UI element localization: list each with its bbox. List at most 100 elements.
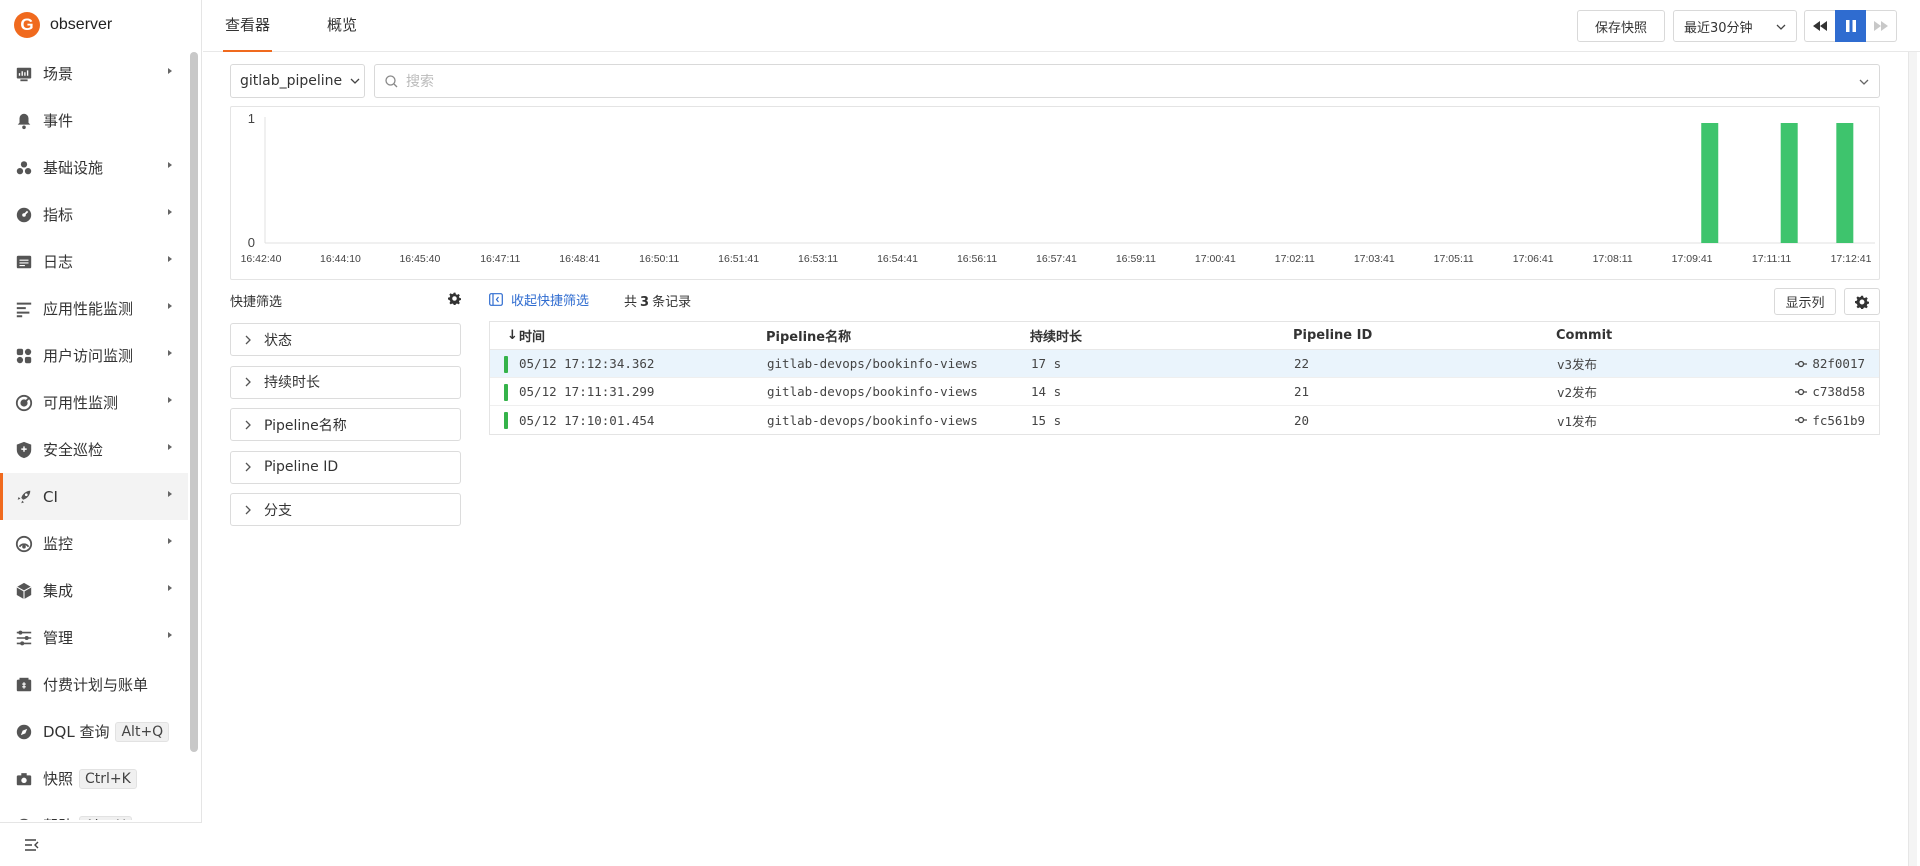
chevron-right-icon	[245, 420, 251, 429]
table-settings-button[interactable]	[1844, 288, 1880, 315]
caret-right-icon	[168, 491, 172, 497]
sidebar-item-3[interactable]: 指标	[0, 191, 188, 238]
x-tick-label: 16:53:11	[798, 253, 838, 265]
sort-desc-icon[interactable]: ↓	[507, 328, 518, 343]
x-tick-label: 16:56:11	[957, 253, 997, 265]
column-header-pipeline-id[interactable]: Pipeline ID	[1293, 328, 1372, 343]
sidebar-item-label: 帮助	[43, 815, 73, 820]
sidebar-item-14[interactable]: DQL 查询 Alt+Q	[0, 708, 188, 755]
commit-hash[interactable]: 82f0017	[1795, 356, 1865, 371]
collapse-panel-icon	[489, 293, 503, 306]
sidebar-item-label: 管理	[43, 629, 74, 647]
quick-filter-settings-icon[interactable]	[448, 292, 461, 305]
brand[interactable]: G observer	[0, 0, 201, 50]
sidebar-item-0[interactable]: 场景	[0, 50, 188, 97]
sidebar-item-9[interactable]: CI	[0, 473, 188, 520]
sidebar-item-13[interactable]: 付费计划与账单	[0, 661, 188, 708]
column-header-commit[interactable]: Commit	[1556, 328, 1612, 343]
sidebar-item-label: 集成	[43, 582, 74, 600]
quick-filter-item[interactable]: 持续时长	[230, 365, 461, 399]
column-header-time[interactable]: 时间	[519, 326, 545, 345]
quick-filter-item[interactable]: 状态	[230, 323, 461, 356]
sidebar-item-8[interactable]: 安全巡检	[0, 426, 188, 473]
dashboard-icon	[14, 64, 34, 84]
record-count-value: 3	[640, 295, 650, 310]
y-tick-label: 0	[248, 235, 255, 250]
sidebar-item-label: 指标	[43, 206, 74, 224]
column-header-pipeline-name[interactable]: Pipeline名称	[766, 326, 851, 345]
sidebar-item-7[interactable]: 可用性监测	[0, 379, 188, 426]
pipeline-table: ↓ 时间 Pipeline名称 持续时长 Pipeline ID Commit …	[489, 321, 1880, 435]
collapse-quick-filter-link[interactable]: 收起快捷筛选	[489, 290, 589, 309]
search-box[interactable]	[374, 64, 1880, 98]
table-row[interactable]: 05/12 17:10:01.454 gitlab-devops/bookinfo…	[490, 406, 1879, 434]
time-range-select[interactable]: 最近30分钟	[1673, 10, 1797, 42]
caret-right-icon	[168, 632, 172, 638]
commit-hash[interactable]: c738d58	[1795, 384, 1865, 399]
caret-right-icon	[168, 68, 172, 74]
show-columns-button[interactable]: 显示列	[1774, 288, 1836, 315]
sidebar-item-15[interactable]: 快照 Ctrl+K	[0, 755, 188, 802]
forward-button[interactable]	[1866, 10, 1897, 42]
quick-filter-item[interactable]: Pipeline名称	[230, 408, 461, 441]
sidebar-scrollbar[interactable]	[190, 52, 198, 752]
dialing-icon	[14, 393, 34, 413]
sidebar-item-10[interactable]: 监控	[0, 520, 188, 567]
tab-viewer[interactable]: 查看器	[222, 0, 273, 52]
sidebar-item-5[interactable]: 应用性能监测	[0, 285, 188, 332]
sidebar-collapse-button[interactable]	[0, 822, 202, 866]
cell-name: gitlab-devops/bookinfo-views	[767, 356, 978, 371]
table-row[interactable]: 05/12 17:12:34.362 gitlab-devops/bookinfo…	[490, 350, 1879, 378]
metrics-icon	[14, 205, 34, 225]
git-commit-icon	[1795, 360, 1808, 367]
sidebar-item-label: 事件	[43, 112, 74, 130]
page-scrollbar[interactable]	[1908, 52, 1917, 866]
column-header-duration[interactable]: 持续时长	[1030, 326, 1082, 345]
search-input[interactable]	[406, 73, 1806, 89]
tab-overview[interactable]: 概览	[327, 0, 357, 52]
x-tick-label: 16:47:11	[480, 253, 520, 265]
cell-id: 21	[1294, 384, 1310, 399]
chevron-down-icon	[350, 78, 360, 84]
logo-icon: G	[14, 12, 40, 38]
save-snapshot-button[interactable]: 保存快照	[1577, 10, 1665, 42]
cell-commit: v3发布	[1557, 357, 1598, 372]
data-source-value: gitlab_pipeline	[240, 73, 343, 89]
sidebar-item-1[interactable]: 事件	[0, 97, 188, 144]
table-row[interactable]: 05/12 17:11:31.299 gitlab-devops/bookinfo…	[490, 378, 1879, 406]
sidebar-item-6[interactable]: 用户访问监测	[0, 332, 188, 379]
shortcut-badge: Alt+H	[79, 815, 133, 820]
x-tick-label: 16:48:41	[559, 253, 600, 265]
sidebar-item-16[interactable]: 帮助 Alt+H	[0, 802, 188, 820]
collapse-quick-filter-label: 收起快捷筛选	[511, 294, 590, 309]
sidebar-item-label: 基础设施	[43, 159, 104, 177]
pause-button[interactable]	[1835, 10, 1866, 42]
x-tick-label: 16:42:40	[241, 253, 282, 265]
status-indicator	[504, 384, 508, 401]
caret-right-icon	[168, 303, 172, 309]
sidebar-item-11[interactable]: 集成	[0, 567, 188, 614]
chevron-down-icon	[1859, 79, 1869, 85]
quick-filter-item-label: 持续时长	[264, 375, 320, 391]
data-source-select[interactable]: gitlab_pipeline	[230, 64, 365, 98]
sidebar-item-4[interactable]: 日志	[0, 238, 188, 285]
chart-bar	[1701, 123, 1719, 243]
caret-right-icon	[168, 444, 172, 450]
quick-filter-item[interactable]: 分支	[230, 493, 461, 526]
rocket-icon	[14, 487, 34, 507]
quick-filter-item[interactable]: Pipeline ID	[230, 450, 461, 484]
sidebar-item-label: 付费计划与账单	[43, 676, 149, 694]
quick-filter-item-label: Pipeline ID	[264, 459, 339, 475]
sidebar-item-12[interactable]: 管理	[0, 614, 188, 661]
sidebar-nav: 场景事件基础设施指标日志 应用性能监测 用户访问监测 可用性监测 安全巡检 CI 监控集成管…	[0, 50, 188, 820]
rewind-button[interactable]	[1804, 10, 1835, 42]
cell-commit: v2发布	[1557, 385, 1598, 400]
sidebar-item-2[interactable]: 基础设施	[0, 144, 188, 191]
sidebar: G observer 场景事件基础设施指标日志 应用性能监测 用户访问监测 可用性监测…	[0, 0, 202, 866]
chevron-right-icon	[245, 335, 251, 344]
x-tick-label: 17:00:41	[1195, 253, 1236, 265]
commit-hash[interactable]: fc561b9	[1795, 413, 1865, 428]
x-tick-label: 16:59:11	[1116, 253, 1156, 265]
x-tick-label: 16:54:41	[877, 253, 918, 265]
caret-right-icon	[168, 397, 172, 403]
